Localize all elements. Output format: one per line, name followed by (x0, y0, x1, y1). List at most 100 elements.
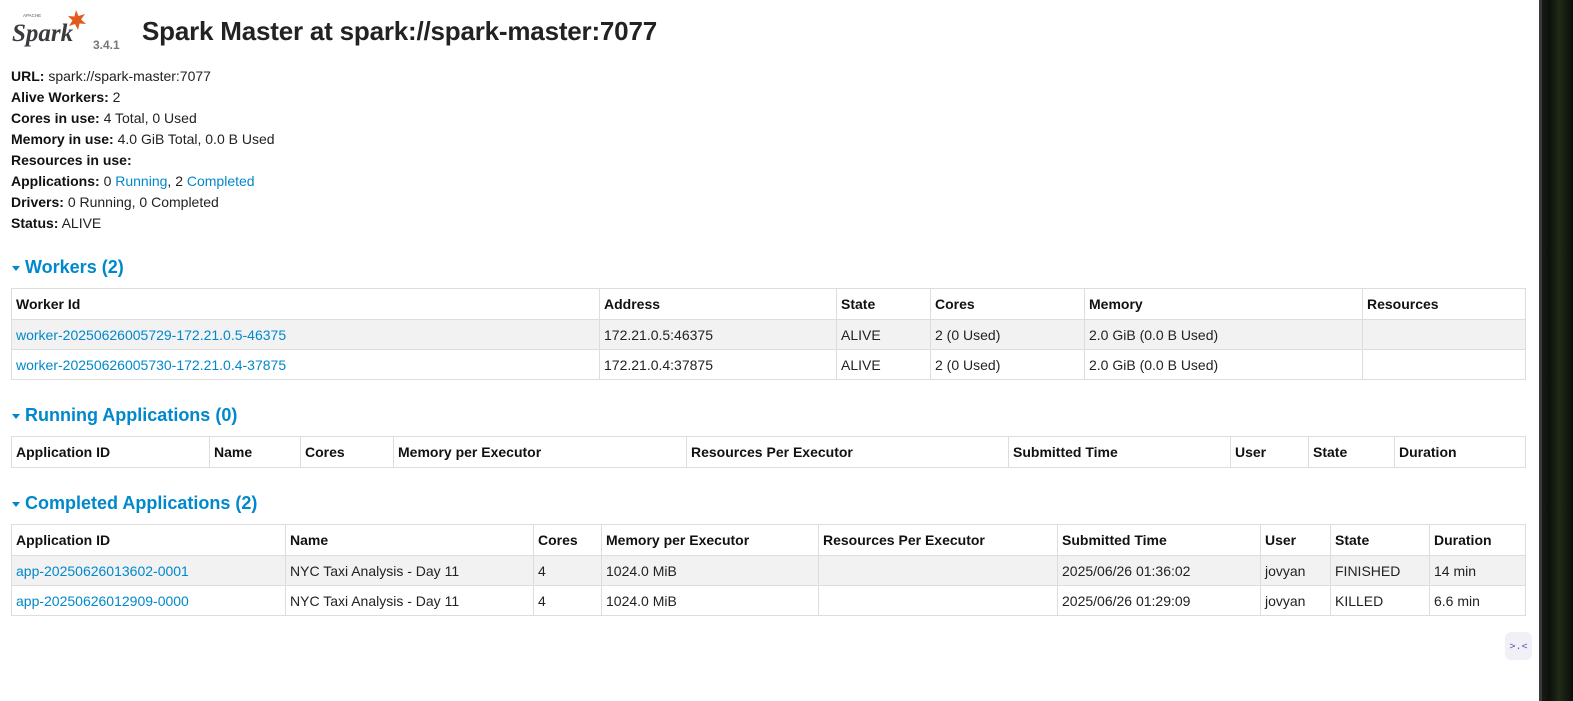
column-header[interactable]: Memory (1084, 288, 1363, 320)
summary-status: Status: ALIVE (11, 213, 1525, 234)
column-header[interactable]: Duration (1394, 436, 1526, 468)
alive-workers-label: Alive Workers: (11, 89, 109, 105)
apps-separator: , (167, 173, 172, 189)
running-applications-section: Running Applications (0) Application ID … (11, 402, 1526, 468)
table-cell: 172.21.0.4:37875 (599, 349, 837, 380)
table-cell (1362, 349, 1526, 380)
url-value: spark://spark-master:7077 (48, 68, 211, 84)
table-cell: FINISHED (1330, 555, 1430, 586)
application-link[interactable]: app-20250626013602-0001 (16, 563, 189, 579)
application-id-cell: app-20250626012909-0000 (11, 585, 286, 616)
column-header[interactable]: Submitted Time (1057, 524, 1261, 556)
spark-master-page: APACHE Spark 3.4.1 Spark Master at spark… (11, 0, 1526, 616)
page-header: APACHE Spark 3.4.1 Spark Master at spark… (11, 0, 1525, 66)
column-header[interactable]: Cores (930, 288, 1085, 320)
workers-table: Worker Id Address State Cores Memory Res… (11, 288, 1526, 380)
spark-wordmark: Spark (12, 20, 74, 47)
table-header-row: Application ID Name Cores Memory per Exe… (11, 524, 1526, 556)
running-apps-link[interactable]: Running (115, 173, 167, 189)
column-header[interactable]: Worker Id (11, 288, 600, 320)
table-cell: ALIVE (836, 349, 931, 380)
summary-resources: Resources in use: (11, 150, 1525, 171)
alive-workers-value: 2 (112, 89, 121, 105)
table-cell: 172.21.0.5:46375 (599, 319, 837, 350)
table-header-row: Worker Id Address State Cores Memory Res… (11, 288, 1526, 320)
summary-applications: Applications: 0 Running, 2 Completed (11, 171, 1525, 192)
completed-count: 2 (175, 173, 183, 189)
summary-drivers: Drivers: 0 Running, 0 Completed (11, 192, 1525, 213)
page-title: Spark Master at spark://spark-master:707… (142, 16, 657, 46)
chat-widget-icon[interactable]: >.< (1505, 632, 1532, 660)
column-header[interactable]: Cores (533, 524, 602, 556)
table-cell: 2.0 GiB (0.0 B Used) (1084, 349, 1363, 380)
caret-down-icon (12, 413, 20, 419)
memory-value: 4.0 GiB Total, 0.0 B Used (117, 131, 275, 147)
application-id-cell: app-20250626013602-0001 (11, 555, 286, 586)
column-header[interactable]: Address (599, 288, 837, 320)
status-value: ALIVE (61, 215, 102, 231)
summary-alive-workers: Alive Workers: 2 (11, 87, 1525, 108)
completed-apps-link[interactable]: Completed (187, 173, 255, 189)
worker-link[interactable]: worker-20250626005730-172.21.0.4-37875 (16, 357, 286, 373)
column-header[interactable]: Submitted Time (1008, 436, 1231, 468)
completed-applications-toggle[interactable]: Completed Applications (2) (11, 490, 1525, 516)
column-header[interactable]: Duration (1429, 524, 1526, 556)
column-header[interactable]: Application ID (11, 436, 210, 468)
table-cell: jovyan (1260, 555, 1331, 586)
drivers-value: 0 Running, 0 Completed (67, 194, 219, 210)
column-header[interactable]: Memory per Executor (393, 436, 687, 468)
table-cell: KILLED (1330, 585, 1430, 616)
spark-logo-icon[interactable]: APACHE Spark (11, 10, 93, 54)
table-cell: 6.6 min (1429, 585, 1526, 616)
workers-toggle[interactable]: Workers (2) (11, 254, 1525, 280)
running-applications-table: Application ID Name Cores Memory per Exe… (11, 436, 1526, 468)
workers-section: Workers (2) Worker Id Address State Core… (11, 254, 1526, 380)
running-applications-heading: Running Applications (0) (25, 404, 238, 425)
summary-url: URL: spark://spark-master:7077 (11, 66, 1525, 87)
column-header[interactable]: State (836, 288, 931, 320)
table-cell: 4 (533, 585, 602, 616)
table-cell: 2 (0 Used) (930, 349, 1085, 380)
table-cell: 2.0 GiB (0.0 B Used) (1084, 319, 1363, 350)
table-cell (818, 585, 1058, 616)
summary-cores: Cores in use: 4 Total, 0 Used (11, 108, 1525, 129)
table-row: worker-20250626005730-172.21.0.4-37875 1… (11, 349, 1526, 380)
column-header[interactable]: Name (285, 524, 534, 556)
table-cell: 1024.0 MiB (601, 585, 819, 616)
master-summary: URL: spark://spark-master:7077 Alive Wor… (11, 66, 1525, 234)
column-header[interactable]: State (1330, 524, 1430, 556)
running-applications-toggle[interactable]: Running Applications (0) (11, 402, 1525, 428)
url-label: URL: (11, 68, 45, 84)
column-header[interactable]: Application ID (11, 524, 286, 556)
table-cell: 2025/06/26 01:29:09 (1057, 585, 1261, 616)
table-cell (818, 555, 1058, 586)
table-cell: 1024.0 MiB (601, 555, 819, 586)
worker-link[interactable]: worker-20250626005729-172.21.0.5-46375 (16, 327, 286, 343)
table-cell (1362, 319, 1526, 350)
column-header[interactable]: Resources Per Executor (686, 436, 1009, 468)
summary-memory: Memory in use: 4.0 GiB Total, 0.0 B Used (11, 129, 1525, 150)
column-header[interactable]: Name (209, 436, 301, 468)
desktop-background-strip (1539, 0, 1573, 701)
table-cell: ALIVE (836, 319, 931, 350)
completed-applications-heading: Completed Applications (2) (25, 492, 258, 513)
resources-label: Resources in use: (11, 152, 132, 168)
column-header[interactable]: Memory per Executor (601, 524, 819, 556)
table-cell: 4 (533, 555, 602, 586)
table-header-row: Application ID Name Cores Memory per Exe… (11, 436, 1526, 468)
drivers-label: Drivers: (11, 194, 64, 210)
application-link[interactable]: app-20250626012909-0000 (16, 593, 189, 609)
column-header[interactable]: User (1260, 524, 1331, 556)
column-header[interactable]: Cores (300, 436, 394, 468)
column-header[interactable]: Resources (1362, 288, 1526, 320)
column-header[interactable]: State (1308, 436, 1395, 468)
running-count: 0 (103, 173, 112, 189)
column-header[interactable]: Resources Per Executor (818, 524, 1058, 556)
column-header[interactable]: User (1230, 436, 1309, 468)
table-row: app-20250626012909-0000 NYC Taxi Analysi… (11, 585, 1526, 616)
completed-applications-table: Application ID Name Cores Memory per Exe… (11, 524, 1526, 616)
table-cell: jovyan (1260, 585, 1331, 616)
status-label: Status: (11, 215, 59, 231)
worker-id-cell: worker-20250626005729-172.21.0.5-46375 (11, 319, 600, 350)
table-cell: 2 (0 Used) (930, 319, 1085, 350)
